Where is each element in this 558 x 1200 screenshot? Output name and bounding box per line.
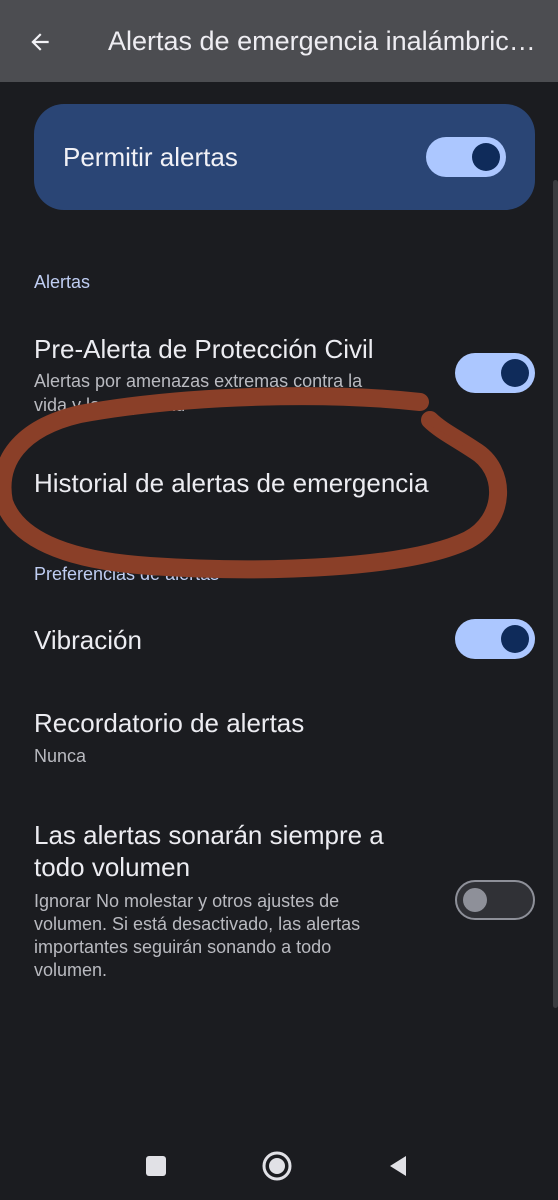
vibration-switch[interactable] [455,619,535,659]
full-volume-title-line2: todo volumen [34,852,191,882]
triangle-back-icon [390,1156,406,1176]
nav-back-button[interactable] [380,1148,416,1184]
system-nav-bar [0,1130,558,1200]
allow-alerts-label: Permitir alertas [63,142,238,172]
home-button[interactable] [259,1148,295,1184]
full-volume-subtitle-line2: volumen. Si está desactivado, las alerta… [34,914,361,934]
switch-knob [463,887,487,912]
pre-alert-subtitle-line1: Alertas por amenazas extremas contra la [34,371,363,391]
circle-icon [262,1151,292,1181]
switch-knob [501,625,529,653]
full-volume-title-line1: Las alertas sonarán siempre a [34,820,384,850]
pre-alert-switch[interactable] [455,353,535,393]
full-volume-subtitle-line3: importantes seguirán sonando a todo [34,937,332,957]
reminder-value: Nunca [34,746,87,766]
scrollbar[interactable] [553,180,558,1008]
pre-alert-title: Pre-Alerta de Protección Civil [34,334,374,364]
section-header-alerts: Alertas [34,272,91,292]
square-icon [146,1156,166,1176]
allow-alerts-card[interactable]: Permitir alertas [34,104,535,210]
full-volume-subtitle-line4: volumen. [34,960,108,980]
vibration-title: Vibración [34,625,142,655]
section-header-preferences: Preferencias de alertas [34,564,220,584]
arrow-left-icon [31,33,49,51]
pre-alert-subtitle-line2: vida y la propiedad [34,395,186,415]
hand-drawn-circle-annotation [0,387,507,579]
recents-button[interactable] [138,1148,174,1184]
alert-history-title: Historial de alertas de emergencia [34,468,429,498]
full-volume-subtitle-line1: Ignorar No molestar y otros ajustes de [34,891,340,911]
reminder-title: Recordatorio de alertas [34,708,305,738]
full-volume-switch[interactable] [455,880,535,920]
page-title: Alertas de emergencia inalámbric… [108,26,536,56]
settings-screen: Alertas de emergencia inalámbric… Permit… [0,0,558,1200]
switch-knob [472,143,500,171]
switch-knob [501,359,529,387]
allow-alerts-switch[interactable] [426,137,506,177]
back-button[interactable] [18,20,62,64]
app-bar: Alertas de emergencia inalámbric… [0,0,558,82]
